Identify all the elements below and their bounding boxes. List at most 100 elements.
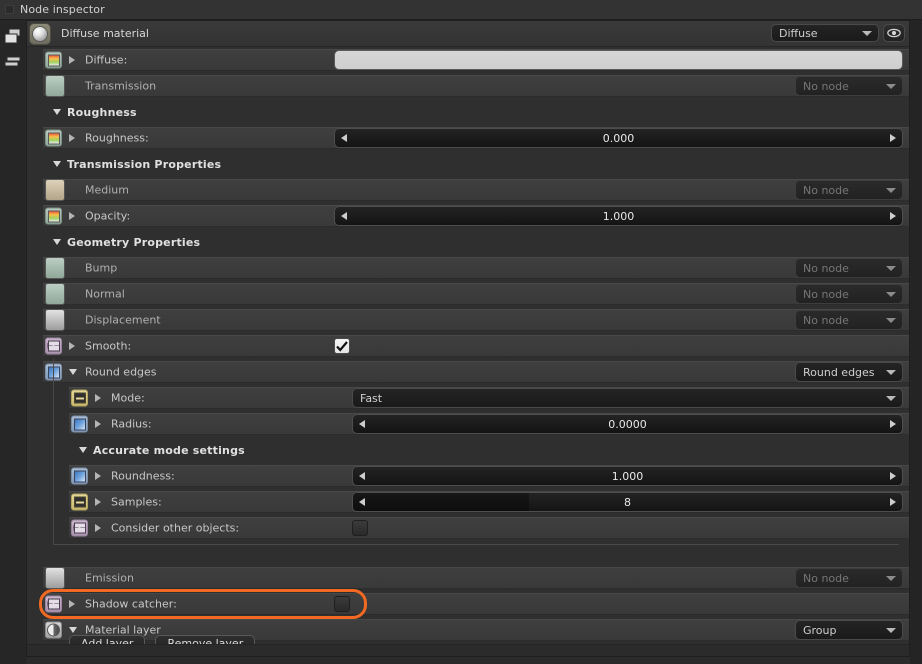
dropdown-displacement[interactable]: No node <box>795 310 903 330</box>
section-header-sec-accurate-mode-settings[interactable]: Accurate mode settings <box>27 437 909 463</box>
row-icon-slot <box>45 567 65 589</box>
slider-decrement-arrow[interactable] <box>359 472 365 480</box>
grey-swatch[interactable] <box>45 567 65 589</box>
float-node-icon[interactable] <box>71 415 88 433</box>
property-row-shadow-catcher[interactable]: ⊢⊣ Shadow catcher: <box>27 591 909 617</box>
dropdown-medium[interactable]: No node <box>795 180 903 200</box>
section-header-sec-geometry-properties[interactable]: Geometry Properties <box>27 229 909 255</box>
property-row-normal[interactable]: Normal No node <box>27 281 909 307</box>
green-swatch[interactable] <box>45 75 65 97</box>
slider-decrement-arrow[interactable] <box>341 212 347 220</box>
section-title: Geometry Properties <box>67 235 201 249</box>
texture-node-icon[interactable] <box>45 129 62 147</box>
property-row-consider-other-objects[interactable]: ⊢⊣ Consider other objects: <box>27 515 909 541</box>
dropdown-material-layer[interactable]: Group <box>795 620 903 640</box>
green-swatch[interactable] <box>45 257 65 279</box>
stacked-windows-icon[interactable] <box>4 28 23 46</box>
chevron-right-icon[interactable] <box>69 134 75 142</box>
property-row-smooth[interactable]: ⊢⊣ Smooth: <box>27 333 909 359</box>
property-row-radius[interactable]: Radius: 0.0000 <box>27 411 909 437</box>
bool-node-icon[interactable]: ⊢⊣ <box>45 595 62 613</box>
slider-decrement-arrow[interactable] <box>341 134 347 142</box>
slider-samples[interactable]: 8 <box>352 492 903 512</box>
slider-roughness[interactable]: 0.000 <box>334 128 903 148</box>
chevron-right-icon[interactable] <box>69 600 75 608</box>
property-row-roundness[interactable]: Roundness: 1.000 <box>27 463 909 489</box>
row-background <box>43 335 909 357</box>
slider-increment-arrow[interactable] <box>890 498 896 506</box>
row-icon-slot: ⊢⊣ <box>45 337 62 355</box>
chevron-down-icon[interactable] <box>79 447 87 453</box>
property-row-round-edges[interactable]: Round edges Round edges <box>27 359 909 385</box>
dropdown-emission[interactable]: No node <box>795 568 903 588</box>
list-lines-icon[interactable] <box>4 53 23 71</box>
checkbox-shadow-catcher[interactable] <box>334 596 350 612</box>
grey-swatch[interactable] <box>45 309 65 331</box>
property-row-diffuse[interactable]: Diffuse: <box>27 47 909 73</box>
row-icon-slot <box>45 129 62 147</box>
panel-grip-icon[interactable] <box>5 5 14 14</box>
chevron-right-icon[interactable] <box>69 56 75 64</box>
checkbox-smooth[interactable] <box>334 338 350 354</box>
chevron-right-icon[interactable] <box>95 420 101 428</box>
property-row-bump[interactable]: Bump No node <box>27 255 909 281</box>
dropdown-mode[interactable]: Fast <box>352 388 903 408</box>
green-swatch[interactable] <box>45 283 65 305</box>
slider-increment-arrow[interactable] <box>890 472 896 480</box>
chevron-down-icon <box>862 31 872 36</box>
row-label: Diffuse: <box>85 53 128 67</box>
chevron-right-icon[interactable] <box>95 394 101 402</box>
slider-radius[interactable]: 0.0000 <box>352 414 903 434</box>
row-icon-slot <box>45 621 62 639</box>
slider-increment-arrow[interactable] <box>890 420 896 428</box>
dropdown-round-edges[interactable]: Round edges <box>795 362 903 382</box>
float-node-icon[interactable] <box>71 467 88 485</box>
dropdown-value: Round edges <box>803 365 875 379</box>
chevron-right-icon[interactable] <box>95 498 101 506</box>
enum-node-icon[interactable] <box>71 389 88 407</box>
property-row-mode[interactable]: Mode: Fast <box>27 385 909 411</box>
texture-node-icon[interactable] <box>45 51 62 69</box>
chevron-down-icon[interactable] <box>53 109 61 115</box>
section-header-sec-roughness[interactable]: Roughness <box>27 99 909 125</box>
tan-swatch[interactable] <box>45 179 65 201</box>
property-row-roughness[interactable]: Roughness: 0.000 <box>27 125 909 151</box>
checkbox-consider-other-objects[interactable] <box>352 520 368 536</box>
material-preview-icon[interactable] <box>29 22 51 45</box>
dropdown-transmission[interactable]: No node <box>795 76 903 96</box>
property-row-transmission[interactable]: Transmission No node <box>27 73 909 99</box>
row-label: Normal <box>85 287 125 301</box>
color-value-field[interactable] <box>334 50 903 70</box>
bool-node-icon[interactable]: ⊢⊣ <box>45 337 62 355</box>
slider-increment-arrow[interactable] <box>890 212 896 220</box>
material-layer-node-icon[interactable] <box>45 621 62 639</box>
visibility-toggle-button[interactable] <box>883 24 905 42</box>
slider-roundness[interactable]: 1.000 <box>352 466 903 486</box>
int-node-icon[interactable] <box>71 493 88 511</box>
bool-node-icon[interactable]: ⊢⊣ <box>71 519 88 537</box>
chevron-down-icon[interactable] <box>69 369 77 375</box>
chevron-right-icon[interactable] <box>69 342 75 350</box>
chevron-down-icon[interactable] <box>53 161 61 167</box>
property-row-emission[interactable]: Emission No node <box>27 565 909 591</box>
dropdown-normal[interactable]: No node <box>795 284 903 304</box>
row-icon-slot <box>71 415 88 433</box>
property-row-displacement[interactable]: Displacement No node <box>27 307 909 333</box>
dropdown-bump[interactable]: No node <box>795 258 903 278</box>
property-row-medium[interactable]: Medium No node <box>27 177 909 203</box>
property-row-opacity[interactable]: Opacity: 1.000 <box>27 203 909 229</box>
chevron-right-icon[interactable] <box>95 524 101 532</box>
panel-scroll-gutter[interactable] <box>910 20 922 664</box>
slider-decrement-arrow[interactable] <box>359 420 365 428</box>
chevron-right-icon[interactable] <box>95 472 101 480</box>
section-header-sec-transmission-properties[interactable]: Transmission Properties <box>27 151 909 177</box>
slider-opacity[interactable]: 1.000 <box>334 206 903 226</box>
chevron-right-icon[interactable] <box>69 212 75 220</box>
row-label: Transmission <box>85 79 157 93</box>
property-row-samples[interactable]: Samples: 8 <box>27 489 909 515</box>
texture-node-icon[interactable] <box>45 207 62 225</box>
slider-increment-arrow[interactable] <box>890 134 896 142</box>
chevron-down-icon[interactable] <box>53 239 61 245</box>
slider-decrement-arrow[interactable] <box>359 498 365 506</box>
material-type-dropdown[interactable]: Diffuse <box>771 24 879 42</box>
